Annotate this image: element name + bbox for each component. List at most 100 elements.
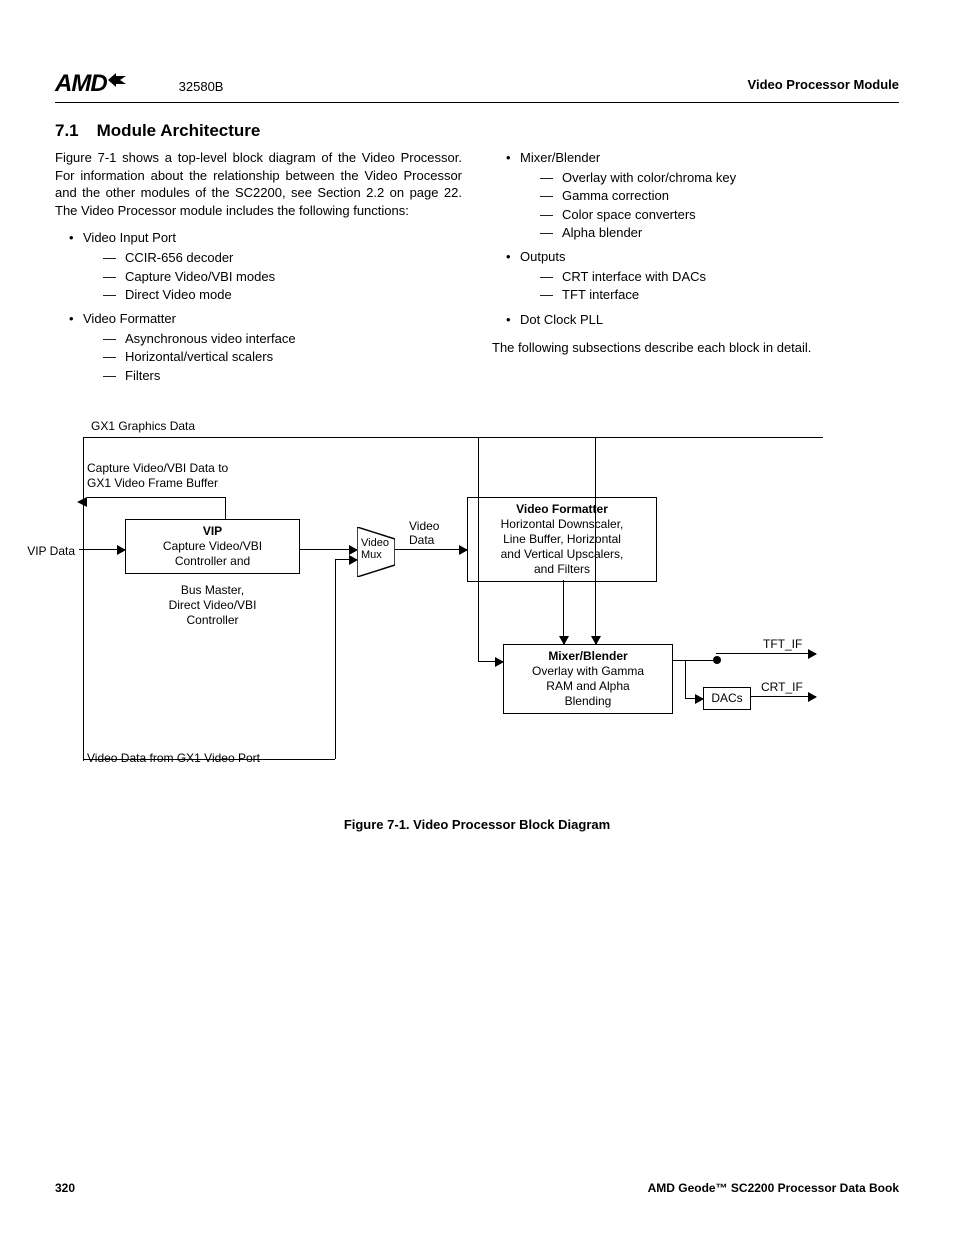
page-number: 320 (55, 1181, 75, 1195)
content-columns: Figure 7-1 shows a top-level block diagr… (55, 149, 899, 391)
sub-item: Gamma correction (540, 187, 899, 205)
sub-list: CCIR-656 decoder Capture Video/VBI modes… (83, 249, 462, 304)
mixer-title: Mixer/Blender (508, 649, 668, 664)
list-item: Outputs CRT interface with DACs TFT inte… (506, 248, 899, 305)
crt-arrow (751, 696, 816, 697)
doc-number: 32580B (179, 79, 224, 94)
gx1-to-mixer-arrow (478, 661, 503, 662)
mux-label: Video Mux (361, 537, 389, 561)
vip-extra-line: Controller (125, 613, 300, 628)
capture-hline (87, 497, 225, 498)
mux-to-formatter-arrow (395, 549, 467, 550)
vip-title: VIP (130, 524, 295, 539)
diagram-canvas: GX1 Graphics Data Capture Video/VBI Data… (65, 419, 845, 799)
fmt-line: Line Buffer, Horizontal (472, 532, 652, 547)
list-item: Video Input Port CCIR-656 decoder Captur… (69, 229, 462, 304)
sub-item: Filters (103, 367, 462, 385)
intro-paragraph: Figure 7-1 shows a top-level block diagr… (55, 149, 462, 219)
list-item: Video Formatter Asynchronous video inter… (69, 310, 462, 385)
left-column: Figure 7-1 shows a top-level block diagr… (55, 149, 462, 391)
left-vertical-line (83, 437, 84, 761)
sub-item: Color space converters (540, 206, 899, 224)
vip-block: VIP Capture Video/VBI Controller and (125, 519, 300, 574)
right-column: Mixer/Blender Overlay with color/chroma … (492, 149, 899, 391)
sub-list: Asynchronous video interface Horizontal/… (83, 330, 462, 385)
vip-line: Controller and (130, 554, 295, 569)
fmt-line: Horizontal Downscaler, (472, 517, 652, 532)
mixer-out-line (673, 660, 716, 661)
vip-extra-text: Bus Master, Direct Video/VBI Controller (125, 583, 300, 628)
fmt-line: and Vertical Upscalers, (472, 547, 652, 562)
vip-in-arrow (79, 549, 125, 550)
bullet-head: Mixer/Blender (520, 150, 600, 165)
sub-item: Direct Video mode (103, 286, 462, 304)
right-bullet-list: Mixer/Blender Overlay with color/chroma … (492, 149, 899, 329)
bullet-head: Video Formatter (83, 311, 176, 326)
to-dacs-vline (685, 660, 686, 698)
section-heading: 7.1 Module Architecture (55, 121, 899, 141)
vip-to-mux-arrow (300, 549, 357, 550)
logo-text: AMD (55, 70, 107, 97)
bullet-head: Outputs (520, 249, 566, 264)
capture-label-l2: GX1 Video Frame Buffer (87, 476, 218, 490)
vip-extra-line: Direct Video/VBI (125, 598, 300, 613)
sub-item: CRT interface with DACs (540, 268, 899, 286)
mixer-blender-block: Mixer/Blender Overlay with Gamma RAM and… (503, 644, 673, 714)
fmt-line: and Filters (472, 562, 652, 577)
sub-item: TFT interface (540, 286, 899, 304)
fmt-title: Video Formatter (472, 502, 652, 517)
section-title-text: Module Architecture (97, 121, 261, 140)
vip-line: Capture Video/VBI (130, 539, 295, 554)
tft-arrow (716, 653, 816, 654)
dacs-block: DACs (703, 687, 751, 710)
amd-logo: AMD (55, 70, 129, 98)
sub-item: Horizontal/vertical scalers (103, 348, 462, 366)
sub-item: Overlay with color/chroma key (540, 169, 899, 187)
gx1-video-port-label: Video Data from GX1 Video Port (87, 751, 260, 765)
capture-label-l1: Capture Video/VBI Data to (87, 461, 228, 475)
sub-list: Overlay with color/chroma key Gamma corr… (520, 169, 899, 242)
top-bus-line (83, 437, 823, 438)
logo-arrow-icon (107, 68, 129, 96)
list-item: Dot Clock PLL (506, 311, 899, 329)
gx1-vertical-line (478, 437, 479, 661)
video-data-label: Video Data (409, 519, 439, 548)
to-dacs-arrow (685, 698, 703, 699)
capture-label: Capture Video/VBI Data to GX1 Video Fram… (87, 461, 228, 492)
list-item: Mixer/Blender Overlay with color/chroma … (506, 149, 899, 242)
junction-dot-icon (713, 656, 721, 664)
left-bullet-list: Video Input Port CCIR-656 decoder Captur… (55, 229, 462, 385)
vip-extra-line: Bus Master, (125, 583, 300, 598)
vip-up-line (225, 497, 226, 519)
dacs-text: DACs (711, 691, 742, 705)
formatter-to-mixer-arrow (563, 580, 564, 644)
vd-l1: Video (409, 519, 439, 533)
bullet-head: Video Input Port (83, 230, 176, 245)
header-left: AMD 32580B (55, 70, 223, 98)
book-title: AMD Geode™ SC2200 Processor Data Book (648, 1181, 899, 1195)
sub-item: CCIR-656 decoder (103, 249, 462, 267)
page-footer: 320 AMD Geode™ SC2200 Processor Data Boo… (55, 1181, 899, 1195)
mixer-line: RAM and Alpha (508, 679, 668, 694)
tft-if-label: TFT_IF (763, 637, 802, 651)
mixer-line: Blending (508, 694, 668, 709)
crt-if-label: CRT_IF (761, 680, 803, 694)
sub-item: Alpha blender (540, 224, 899, 242)
left-arrow-icon (77, 497, 87, 507)
followup-paragraph: The following subsections describe each … (492, 339, 899, 357)
video-formatter-block: Video Formatter Horizontal Downscaler, L… (467, 497, 657, 582)
gx1-graphics-label: GX1 Graphics Data (91, 419, 195, 433)
bottom-vline (335, 559, 336, 759)
gx1-to-mixer-line (595, 437, 596, 644)
sub-list: CRT interface with DACs TFT interface (520, 268, 899, 304)
mixer-line: Overlay with Gamma (508, 664, 668, 679)
bullet-head: Dot Clock PLL (520, 312, 603, 327)
mux-l2: Mux (361, 549, 382, 561)
module-title: Video Processor Module (748, 77, 899, 92)
section-number: 7.1 (55, 121, 79, 140)
block-diagram: GX1 Graphics Data Capture Video/VBI Data… (55, 419, 899, 832)
figure-caption: Figure 7-1. Video Processor Block Diagra… (55, 817, 899, 832)
mux-l1: Video (361, 537, 389, 549)
vd-l2: Data (409, 533, 434, 547)
sub-item: Asynchronous video interface (103, 330, 462, 348)
